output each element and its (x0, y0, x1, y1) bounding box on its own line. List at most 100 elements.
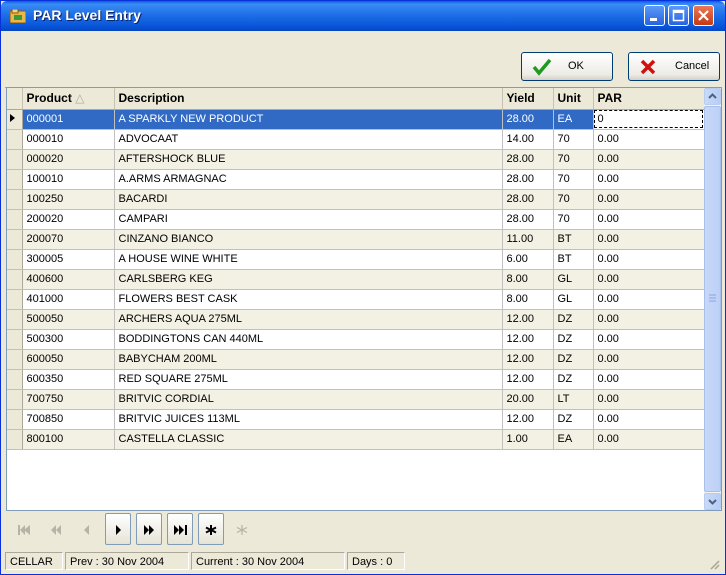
unit-cell[interactable]: EA (553, 109, 594, 130)
par-cell[interactable]: 0.00 (593, 129, 705, 150)
column-header-description[interactable]: Description (114, 88, 503, 110)
nav-next-page-button[interactable] (136, 513, 162, 545)
product-cell[interactable]: 600350 (22, 369, 115, 390)
close-button[interactable] (693, 5, 714, 26)
table-row[interactable]: 700750 BRITVIC CORDIAL 20.00 LT 0.00 (7, 389, 705, 410)
row-selector[interactable] (7, 329, 23, 350)
product-cell[interactable]: 600050 (22, 349, 115, 370)
nav-first-button[interactable] (12, 513, 38, 545)
par-cell[interactable]: 0.00 (593, 369, 705, 390)
table-row[interactable]: 300005 A HOUSE WINE WHITE 6.00 BT 0.00 (7, 249, 705, 270)
row-selector[interactable] (7, 169, 23, 190)
yield-cell[interactable]: 11.00 (502, 229, 554, 250)
row-selector[interactable] (7, 429, 23, 450)
unit-cell[interactable]: DZ (553, 369, 594, 390)
unit-cell[interactable]: 70 (553, 209, 594, 230)
par-cell[interactable]: 0.00 (593, 209, 705, 230)
par-cell[interactable]: 0.00 (593, 349, 705, 370)
par-cell[interactable]: 0.00 (593, 249, 705, 270)
table-row[interactable]: 400600 CARLSBERG KEG 8.00 GL 0.00 (7, 269, 705, 290)
row-selector[interactable] (7, 389, 23, 410)
nav-last-button[interactable] (167, 513, 193, 545)
row-selector[interactable] (7, 249, 23, 270)
row-selector[interactable] (7, 269, 23, 290)
par-cell[interactable]: 0.00 (593, 429, 705, 450)
product-cell[interactable]: 700750 (22, 389, 115, 410)
table-row[interactable]: 800100 CASTELLA CLASSIC 1.00 EA 0.00 (7, 429, 705, 450)
table-row[interactable]: 100250 BACARDI 28.00 70 0.00 (7, 189, 705, 210)
description-cell[interactable]: FLOWERS BEST CASK (114, 289, 503, 310)
table-row[interactable]: 401000 FLOWERS BEST CASK 8.00 GL 0.00 (7, 289, 705, 310)
unit-cell[interactable]: 70 (553, 149, 594, 170)
description-cell[interactable]: CARLSBERG KEG (114, 269, 503, 290)
ok-button[interactable]: OK (521, 52, 613, 81)
vertical-scrollbar[interactable] (704, 88, 721, 510)
par-cell[interactable]: 0.00 (593, 189, 705, 210)
description-cell[interactable]: CINZANO BIANCO (114, 229, 503, 250)
unit-cell[interactable]: 70 (553, 189, 594, 210)
product-cell[interactable]: 100250 (22, 189, 115, 210)
description-cell[interactable]: RED SQUARE 275ML (114, 369, 503, 390)
par-cell[interactable]: 0.00 (593, 149, 705, 170)
nav-prior-page-button[interactable] (43, 513, 69, 545)
yield-cell[interactable]: 1.00 (502, 429, 554, 450)
unit-cell[interactable]: DZ (553, 409, 594, 430)
unit-cell[interactable]: DZ (553, 309, 594, 330)
unit-cell[interactable]: GL (553, 269, 594, 290)
product-cell[interactable]: 300005 (22, 249, 115, 270)
unit-cell[interactable]: 70 (553, 129, 594, 150)
description-cell[interactable]: CAMPARI (114, 209, 503, 230)
row-selector[interactable] (7, 309, 23, 330)
description-cell[interactable]: ARCHERS AQUA 275ML (114, 309, 503, 330)
unit-cell[interactable]: LT (553, 389, 594, 410)
product-cell[interactable]: 000010 (22, 129, 115, 150)
description-cell[interactable]: A SPARKLY NEW PRODUCT (114, 109, 503, 130)
par-cell[interactable]: 0 (593, 109, 705, 130)
yield-cell[interactable]: 28.00 (502, 209, 554, 230)
table-row[interactable]: 200070 CINZANO BIANCO 11.00 BT 0.00 (7, 229, 705, 250)
table-row[interactable]: 600050 BABYCHAM 200ML 12.00 DZ 0.00 (7, 349, 705, 370)
row-selector[interactable] (7, 349, 23, 370)
description-cell[interactable]: A HOUSE WINE WHITE (114, 249, 503, 270)
product-cell[interactable]: 800100 (22, 429, 115, 450)
unit-cell[interactable]: BT (553, 249, 594, 270)
description-cell[interactable]: BRITVIC JUICES 113ML (114, 409, 503, 430)
product-cell[interactable]: 000001 (22, 109, 115, 130)
product-cell[interactable]: 500050 (22, 309, 115, 330)
product-cell[interactable]: 200070 (22, 229, 115, 250)
column-header-product[interactable]: Product △ (22, 88, 115, 110)
description-cell[interactable]: AFTERSHOCK BLUE (114, 149, 503, 170)
yield-cell[interactable]: 8.00 (502, 289, 554, 310)
row-selector[interactable] (7, 369, 23, 390)
column-header-unit[interactable]: Unit (553, 88, 594, 110)
table-row[interactable]: 700850 BRITVIC JUICES 113ML 12.00 DZ 0.00 (7, 409, 705, 430)
par-cell[interactable]: 0.00 (593, 409, 705, 430)
table-row[interactable]: 000001 A SPARKLY NEW PRODUCT 28.00 EA 0 (7, 109, 705, 130)
nav-next-button[interactable] (105, 513, 131, 545)
par-cell[interactable]: 0.00 (593, 269, 705, 290)
maximize-button[interactable] (668, 5, 689, 26)
unit-cell[interactable]: BT (553, 229, 594, 250)
yield-cell[interactable]: 14.00 (502, 129, 554, 150)
cancel-button[interactable]: Cancel (628, 52, 720, 81)
product-cell[interactable]: 500300 (22, 329, 115, 350)
scroll-thumb[interactable] (704, 106, 721, 492)
par-level-grid[interactable]: Product △ Description Yield Unit PAR 000… (6, 87, 722, 511)
yield-cell[interactable]: 28.00 (502, 169, 554, 190)
nav-prior-button[interactable] (74, 513, 100, 545)
table-row[interactable]: 500300 BODDINGTONS CAN 440ML 12.00 DZ 0.00 (7, 329, 705, 350)
row-selector[interactable] (7, 409, 23, 430)
product-cell[interactable]: 000020 (22, 149, 115, 170)
row-selector[interactable] (7, 129, 23, 150)
yield-cell[interactable]: 12.00 (502, 409, 554, 430)
table-row[interactable]: 000020 AFTERSHOCK BLUE 28.00 70 0.00 (7, 149, 705, 170)
unit-cell[interactable]: EA (553, 429, 594, 450)
unit-cell[interactable]: GL (553, 289, 594, 310)
par-cell[interactable]: 0.00 (593, 309, 705, 330)
nav-delete-button[interactable] (229, 513, 255, 545)
row-selector[interactable] (7, 289, 23, 310)
product-cell[interactable]: 400600 (22, 269, 115, 290)
column-header-yield[interactable]: Yield (502, 88, 554, 110)
unit-cell[interactable]: 70 (553, 169, 594, 190)
par-cell[interactable]: 0.00 (593, 289, 705, 310)
